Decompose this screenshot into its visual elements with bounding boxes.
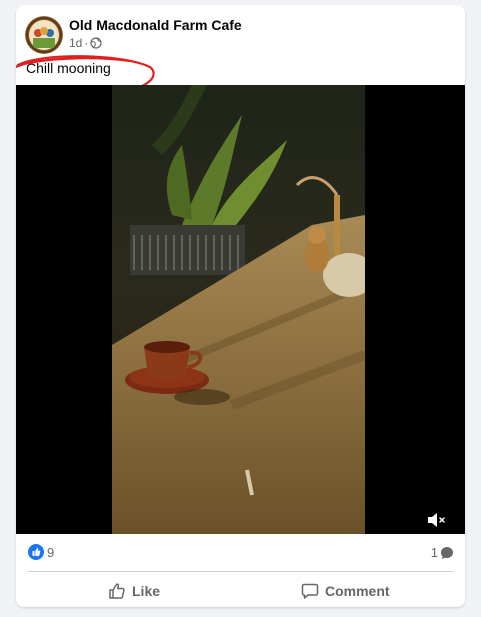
actions-divider bbox=[28, 571, 453, 572]
page-avatar[interactable] bbox=[25, 16, 63, 54]
comment-bubble-icon bbox=[441, 546, 453, 559]
page-name[interactable]: Old Macdonald Farm Cafe bbox=[69, 17, 242, 33]
like-button-label: Like bbox=[132, 583, 161, 599]
comment-button[interactable]: Comment bbox=[301, 575, 390, 607]
like-count[interactable]: 9 bbox=[47, 545, 54, 560]
post-video[interactable] bbox=[16, 85, 465, 534]
avatar-logo-icon bbox=[25, 16, 63, 54]
post-time[interactable]: 1d bbox=[69, 36, 82, 50]
post-text: Chill mooning bbox=[26, 60, 111, 76]
post-header: Old Macdonald Farm Cafe 1d · bbox=[16, 5, 465, 57]
post-meta: 1d · bbox=[69, 36, 102, 50]
like-button[interactable]: Like bbox=[108, 575, 160, 607]
thumbs-up-icon bbox=[32, 547, 41, 556]
post-card: Old Macdonald Farm Cafe 1d · Chill mooni… bbox=[16, 5, 465, 607]
comment-count[interactable]: 1 bbox=[431, 545, 454, 560]
globe-icon bbox=[90, 37, 102, 49]
comment-outline-icon bbox=[301, 583, 319, 599]
comment-count-value: 1 bbox=[430, 545, 438, 560]
reactions-bar: 9 1 bbox=[16, 541, 465, 565]
speaker-muted-icon[interactable] bbox=[426, 510, 448, 530]
video-still-image bbox=[112, 85, 365, 534]
thumbs-up-outline-icon bbox=[109, 583, 125, 599]
meta-separator: · bbox=[84, 36, 89, 50]
video-frame bbox=[112, 85, 365, 534]
comment-button-label: Comment bbox=[325, 583, 390, 599]
post-actions: Like Comment bbox=[16, 575, 465, 607]
like-reaction-icon[interactable] bbox=[28, 544, 44, 560]
